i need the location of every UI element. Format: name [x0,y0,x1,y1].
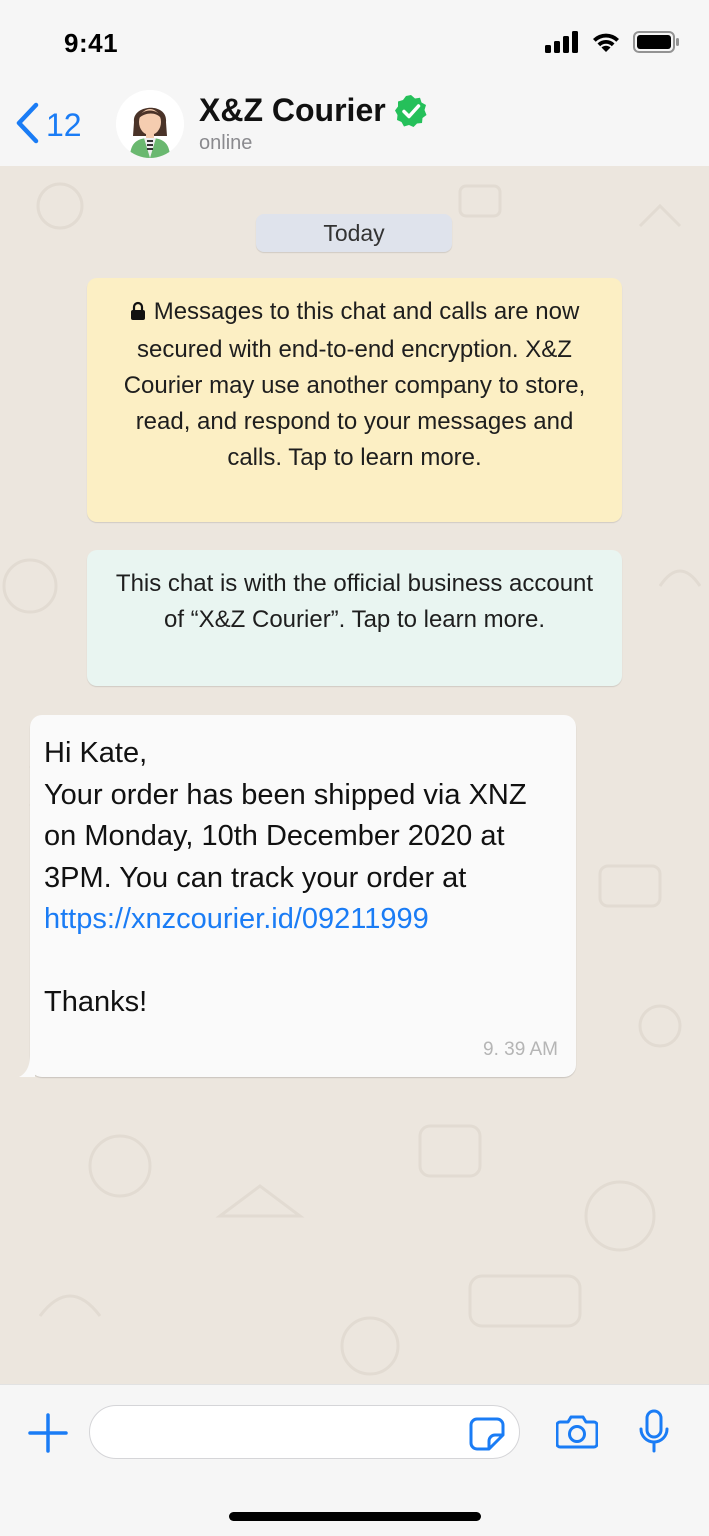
tracking-link[interactable]: https://xnzcourier.id/09211999 [44,899,560,941]
contact-status: online [199,132,253,154]
home-indicator [229,1512,481,1521]
status-icons [545,30,679,58]
message-timestamp: 9. 39 AM [483,1039,558,1060]
chevron-left-icon [14,102,40,149]
chat-header: 12 X&Z Courier online [0,86,709,166]
business-notice[interactable]: This chat is with the official business … [87,550,622,686]
attach-button[interactable] [28,1413,68,1458]
wifi-icon [591,31,621,58]
microphone-icon [639,1409,669,1453]
battery-icon [633,30,679,58]
lock-icon [130,296,146,332]
message-text: Hi Kate, Your order has been shipped via… [44,737,527,894]
encryption-notice[interactable]: Messages to this chat and calls are now … [87,278,622,522]
message-closing: Thanks! [44,986,148,1018]
camera-button[interactable] [555,1413,599,1454]
signal-icon [545,30,579,58]
status-bar: 9:41 [0,0,709,86]
microphone-button[interactable] [638,1409,670,1458]
business-notice-text: This chat is with the official business … [115,570,594,633]
avatar[interactable] [116,90,184,158]
plus-icon [28,1413,68,1453]
sticker-button[interactable] [469,1417,505,1456]
encryption-notice-text: Messages to this chat and calls are now … [123,298,586,471]
unread-count: 12 [46,107,82,143]
status-time: 9:41 [64,28,119,58]
message-input-container[interactable] [89,1405,520,1459]
incoming-message[interactable]: Hi Kate, Your order has been shipped via… [19,715,576,1077]
sticker-icon [469,1417,505,1451]
date-separator: Today [256,214,452,252]
camera-icon [555,1415,599,1449]
back-button[interactable]: 12 [14,102,82,149]
bubble-tail [19,1055,35,1077]
chat-area[interactable]: Today Messages to this chat and calls ar… [0,166,709,1384]
verified-badge-icon [394,94,428,133]
contact-name[interactable]: X&Z Courier [199,92,386,129]
message-input[interactable] [108,1416,462,1450]
